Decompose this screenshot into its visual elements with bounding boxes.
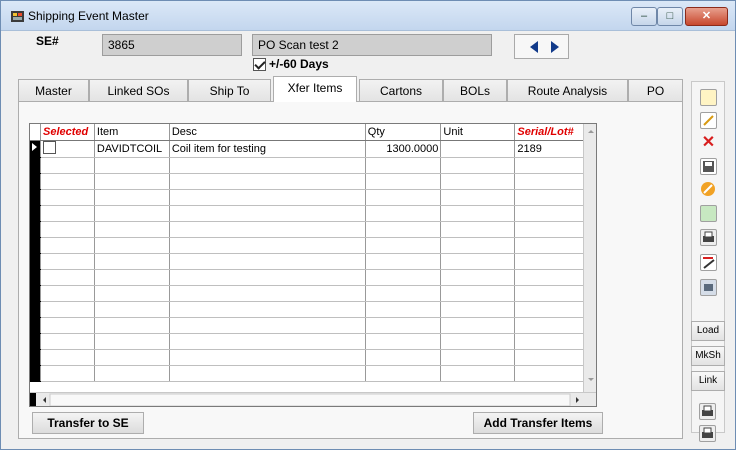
table-row[interactable] xyxy=(30,317,596,334)
horizontal-scroll-arrows-icon xyxy=(30,393,579,406)
table-row[interactable] xyxy=(30,365,596,382)
minimize-button[interactable]: – xyxy=(631,7,657,26)
minimize-icon: – xyxy=(640,10,648,22)
cancel-icon[interactable] xyxy=(700,181,717,198)
cell-item[interactable]: DAVIDTCOIL xyxy=(94,140,170,158)
grid-horizontal-scrollbar[interactable] xyxy=(30,392,596,406)
table-row[interactable]: DAVIDTCOIL Coil item for testing 1300.00… xyxy=(30,140,596,158)
shipping-event-window: Shipping Event Master – □ ✕ SE# 3865 PO … xyxy=(0,0,736,450)
tab-xfer-items[interactable]: Xfer Items xyxy=(273,76,357,102)
close-icon: ✕ xyxy=(701,10,712,22)
col-item-header[interactable]: Item xyxy=(94,124,170,141)
prev-record-icon[interactable] xyxy=(530,41,538,53)
items-table: Selected Item Desc Qty Unit Serial/Lot# … xyxy=(30,124,596,382)
title-bar: Shipping Event Master – □ ✕ xyxy=(1,1,735,31)
maximize-icon: □ xyxy=(666,10,674,22)
tab-route-analysis[interactable]: Route Analysis xyxy=(507,79,628,102)
tab-bar: Master Linked SOs Ship To Xfer Items Car… xyxy=(18,76,683,102)
maximize-button[interactable]: □ xyxy=(657,7,683,26)
xfer-items-panel: Selected Item Desc Qty Unit Serial/Lot# … xyxy=(18,101,683,439)
print-icon[interactable] xyxy=(699,425,716,442)
days-label: +/-60 Days xyxy=(269,57,329,71)
table-row[interactable] xyxy=(30,173,596,190)
cell-desc[interactable]: Coil item for testing xyxy=(169,140,366,158)
record-navigator xyxy=(514,34,569,59)
days-filter[interactable]: +/-60 Days xyxy=(253,57,329,71)
table-row[interactable] xyxy=(30,269,596,286)
row-select-checkbox[interactable] xyxy=(43,140,56,154)
table-row[interactable] xyxy=(30,301,596,318)
col-selected-header[interactable]: Selected xyxy=(40,124,95,141)
cell-selected[interactable] xyxy=(40,140,95,158)
scroll-arrows-icon xyxy=(588,130,594,381)
close-button[interactable]: ✕ xyxy=(685,7,728,26)
table-row[interactable] xyxy=(30,189,596,206)
cell-qty[interactable]: 1300.0000 xyxy=(365,140,442,158)
se-label: SE# xyxy=(36,34,59,48)
tab-ship-to[interactable]: Ship To xyxy=(188,79,271,102)
window-title: Shipping Event Master xyxy=(28,9,149,23)
app-icon xyxy=(11,11,24,22)
col-qty-header[interactable]: Qty xyxy=(365,124,442,141)
row-pointer-icon xyxy=(32,143,37,151)
tab-cartons[interactable]: Cartons xyxy=(359,79,443,102)
days-checkbox[interactable] xyxy=(253,57,266,71)
se-number-field[interactable]: 3865 xyxy=(102,34,242,56)
table-row[interactable] xyxy=(30,157,596,174)
xfer-items-grid[interactable]: Selected Item Desc Qty Unit Serial/Lot# … xyxy=(29,123,597,407)
col-desc-header[interactable]: Desc xyxy=(169,124,366,141)
scan-icon[interactable] xyxy=(700,279,717,296)
tab-po[interactable]: PO xyxy=(628,79,683,102)
table-row[interactable] xyxy=(30,349,596,366)
edit-icon[interactable] xyxy=(700,112,717,129)
transfer-to-se-button[interactable]: Transfer to SE xyxy=(32,412,144,434)
col-unit-header[interactable]: Unit xyxy=(440,124,516,141)
table-header-row: Selected Item Desc Qty Unit Serial/Lot# xyxy=(30,124,596,141)
row-selector-header xyxy=(30,124,41,141)
table-row[interactable] xyxy=(30,221,596,238)
table-row[interactable] xyxy=(30,205,596,222)
tab-bols[interactable]: BOLs xyxy=(443,79,507,102)
table-row[interactable] xyxy=(30,237,596,254)
print-icon[interactable] xyxy=(700,229,717,246)
link-button[interactable]: Link xyxy=(691,371,725,391)
current-row-indicator xyxy=(30,140,41,158)
delete-icon[interactable]: ✕ xyxy=(700,135,717,152)
next-record-icon[interactable] xyxy=(551,41,559,53)
grid-vertical-scrollbar[interactable] xyxy=(583,124,596,392)
print-icon[interactable] xyxy=(699,403,716,420)
load-button[interactable]: Load xyxy=(691,321,725,341)
table-row[interactable] xyxy=(30,333,596,350)
table-row[interactable] xyxy=(30,253,596,270)
table-row[interactable] xyxy=(30,285,596,302)
add-transfer-items-button[interactable]: Add Transfer Items xyxy=(473,412,603,434)
report-icon[interactable] xyxy=(700,254,717,271)
new-icon[interactable] xyxy=(700,89,717,106)
se-description-field[interactable]: PO Scan test 2 xyxy=(252,34,492,56)
tab-master[interactable]: Master xyxy=(18,79,89,102)
tab-linked-sos[interactable]: Linked SOs xyxy=(89,79,188,102)
mksh-button[interactable]: MkSh xyxy=(691,346,725,366)
cell-unit[interactable] xyxy=(440,140,516,158)
copy-icon[interactable] xyxy=(700,205,717,222)
save-icon[interactable] xyxy=(700,158,717,175)
